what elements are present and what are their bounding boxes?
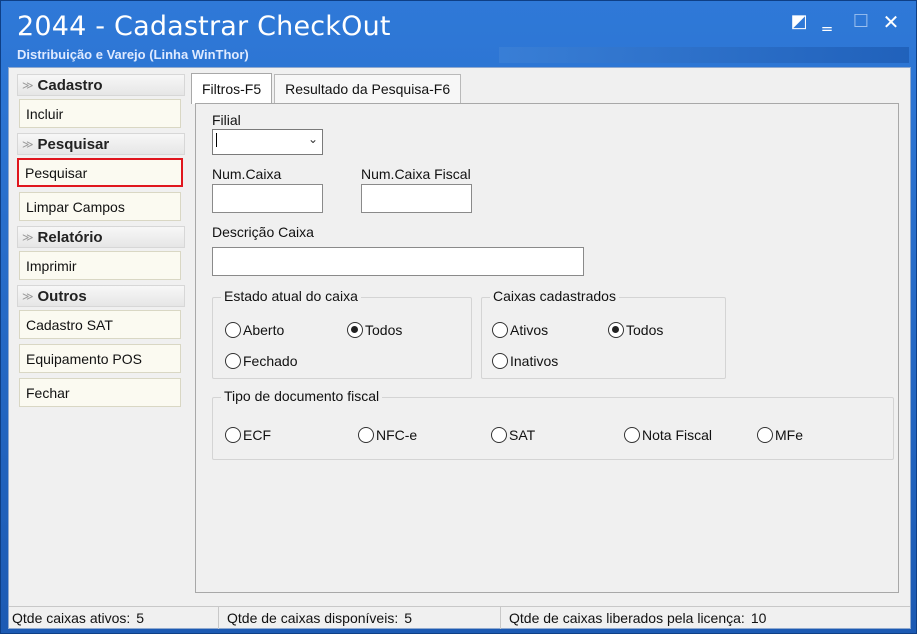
descricao-caixa-input[interactable] xyxy=(212,247,584,276)
group-title: Outros xyxy=(37,287,87,305)
status-label: Qtde de caixas disponíveis: xyxy=(227,610,399,626)
chevron-down-icon[interactable]: ⌄ xyxy=(308,132,318,146)
radio-label: ECF xyxy=(243,427,271,443)
caixas-cadastrados-group: Caixas cadastrados Ativos Todos Inativos xyxy=(481,288,726,379)
status-disponiveis: Qtde de caixas disponíveis: 5 xyxy=(219,607,501,629)
tab-strip: Filtros-F5 Resultado da Pesquisa-F6 xyxy=(191,73,462,104)
app-window: 2044 - Cadastrar CheckOut Distribuição e… xyxy=(0,0,917,634)
radio-todos-caixas[interactable]: Todos xyxy=(608,322,663,338)
estado-caixa-group: Estado atual do caixa Aberto Todos Fecha… xyxy=(212,288,472,379)
double-chevron-icon: ≫ xyxy=(22,231,34,244)
estado-caixa-legend: Estado atual do caixa xyxy=(221,288,361,304)
tab-resultado[interactable]: Resultado da Pesquisa-F6 xyxy=(274,74,462,103)
radio-label: NFC-e xyxy=(376,427,418,443)
tipo-documento-legend: Tipo de documento fiscal xyxy=(221,388,383,404)
status-label: Qtde de caixas liberados pela licença: xyxy=(509,610,745,626)
group-header-outros[interactable]: ≫ Outros xyxy=(17,285,185,307)
radio-label: Todos xyxy=(626,322,664,338)
radio-selected-icon xyxy=(347,322,363,338)
radio-circle-icon xyxy=(757,427,773,443)
radio-label: Inativos xyxy=(510,353,559,369)
double-chevron-icon: ≫ xyxy=(22,290,34,303)
caixas-cadastrados-legend: Caixas cadastrados xyxy=(490,288,619,304)
window-title: 2044 - Cadastrar CheckOut xyxy=(17,11,391,42)
radio-label: Ativos xyxy=(510,322,549,338)
status-value: 10 xyxy=(750,610,767,626)
group-header-relatorio[interactable]: ≫ Relatório xyxy=(17,226,185,248)
double-chevron-icon: ≫ xyxy=(22,79,34,92)
radio-todos-estado[interactable]: Todos xyxy=(347,322,402,338)
limpar-campos-button[interactable]: Limpar Campos xyxy=(19,192,181,221)
radio-label: Aberto xyxy=(243,322,285,338)
radio-circle-icon xyxy=(492,353,508,369)
close-icon[interactable]: ✕ xyxy=(877,9,905,35)
status-value: 5 xyxy=(404,610,413,626)
num-caixa-label: Num.Caixa xyxy=(212,166,282,182)
filters-panel: Filial ⌄ Num.Caixa Num.Caixa Fiscal Desc… xyxy=(195,103,899,593)
radio-nfce[interactable]: NFC-e xyxy=(358,427,417,443)
radio-label: Fechado xyxy=(243,353,298,369)
text-cursor xyxy=(216,133,217,147)
tab-filtros[interactable]: Filtros-F5 xyxy=(191,73,273,104)
radio-inativos[interactable]: Inativos xyxy=(492,353,558,369)
maximize-icon[interactable]: ☐ xyxy=(847,9,875,35)
radio-circle-icon xyxy=(492,322,508,338)
incluir-button[interactable]: Incluir xyxy=(19,99,181,128)
fechar-button[interactable]: Fechar xyxy=(19,378,181,407)
equipamento-pos-button[interactable]: Equipamento POS xyxy=(19,344,181,373)
num-caixa-fiscal-label: Num.Caixa Fiscal xyxy=(361,166,471,182)
restore-icon[interactable]: ◩ xyxy=(785,9,813,35)
radio-circle-icon xyxy=(624,427,640,443)
status-ativos: Qtde caixas ativos: 5 xyxy=(9,607,219,629)
radio-selected-icon xyxy=(608,322,624,338)
imprimir-button[interactable]: Imprimir xyxy=(19,251,181,280)
radio-fechado[interactable]: Fechado xyxy=(225,353,297,369)
radio-label: SAT xyxy=(509,427,536,443)
group-title: Relatório xyxy=(37,228,103,246)
cadastro-sat-button[interactable]: Cadastro SAT xyxy=(19,310,181,339)
radio-label: Todos xyxy=(365,322,403,338)
radio-circle-icon xyxy=(225,353,241,369)
client-area: ≫ Cadastro Incluir ≫ Pesquisar Pesquisar… xyxy=(8,67,911,629)
status-liberados: Qtde de caixas liberados pela licença: 1… xyxy=(501,607,910,629)
title-decoration xyxy=(499,47,909,63)
status-label: Qtde caixas ativos: xyxy=(12,610,131,626)
pesquisar-button[interactable]: Pesquisar xyxy=(17,158,183,187)
num-caixa-input[interactable] xyxy=(212,184,323,213)
radio-mfe[interactable]: MFe xyxy=(757,427,803,443)
window-subtitle: Distribuição e Varejo (Linha WinThor) xyxy=(17,47,249,62)
group-title: Pesquisar xyxy=(37,135,110,153)
radio-circle-icon xyxy=(358,427,374,443)
radio-sat[interactable]: SAT xyxy=(491,427,535,443)
minimize-icon[interactable]: ‗ xyxy=(813,9,841,35)
radio-circle-icon xyxy=(225,322,241,338)
radio-label: MFe xyxy=(775,427,803,443)
filial-label: Filial xyxy=(212,112,241,128)
status-bar: Qtde caixas ativos: 5 Qtde de caixas dis… xyxy=(9,606,910,629)
filial-select[interactable]: ⌄ xyxy=(212,129,323,155)
group-header-pesquisar[interactable]: ≫ Pesquisar xyxy=(17,133,185,155)
num-caixa-fiscal-input[interactable] xyxy=(361,184,472,213)
double-chevron-icon: ≫ xyxy=(22,138,34,151)
group-header-cadastro[interactable]: ≫ Cadastro xyxy=(17,74,185,96)
radio-nota-fiscal[interactable]: Nota Fiscal xyxy=(624,427,712,443)
radio-label: Nota Fiscal xyxy=(642,427,713,443)
radio-circle-icon xyxy=(491,427,507,443)
sidebar: ≫ Cadastro Incluir ≫ Pesquisar Pesquisar… xyxy=(17,74,185,412)
tipo-documento-group: Tipo de documento fiscal ECF NFC-e SAT N… xyxy=(212,388,894,460)
radio-circle-icon xyxy=(225,427,241,443)
descricao-caixa-label: Descrição Caixa xyxy=(212,224,314,240)
group-title: Cadastro xyxy=(37,76,103,94)
radio-aberto[interactable]: Aberto xyxy=(225,322,284,338)
radio-ecf[interactable]: ECF xyxy=(225,427,271,443)
radio-ativos[interactable]: Ativos xyxy=(492,322,548,338)
status-value: 5 xyxy=(136,610,145,626)
